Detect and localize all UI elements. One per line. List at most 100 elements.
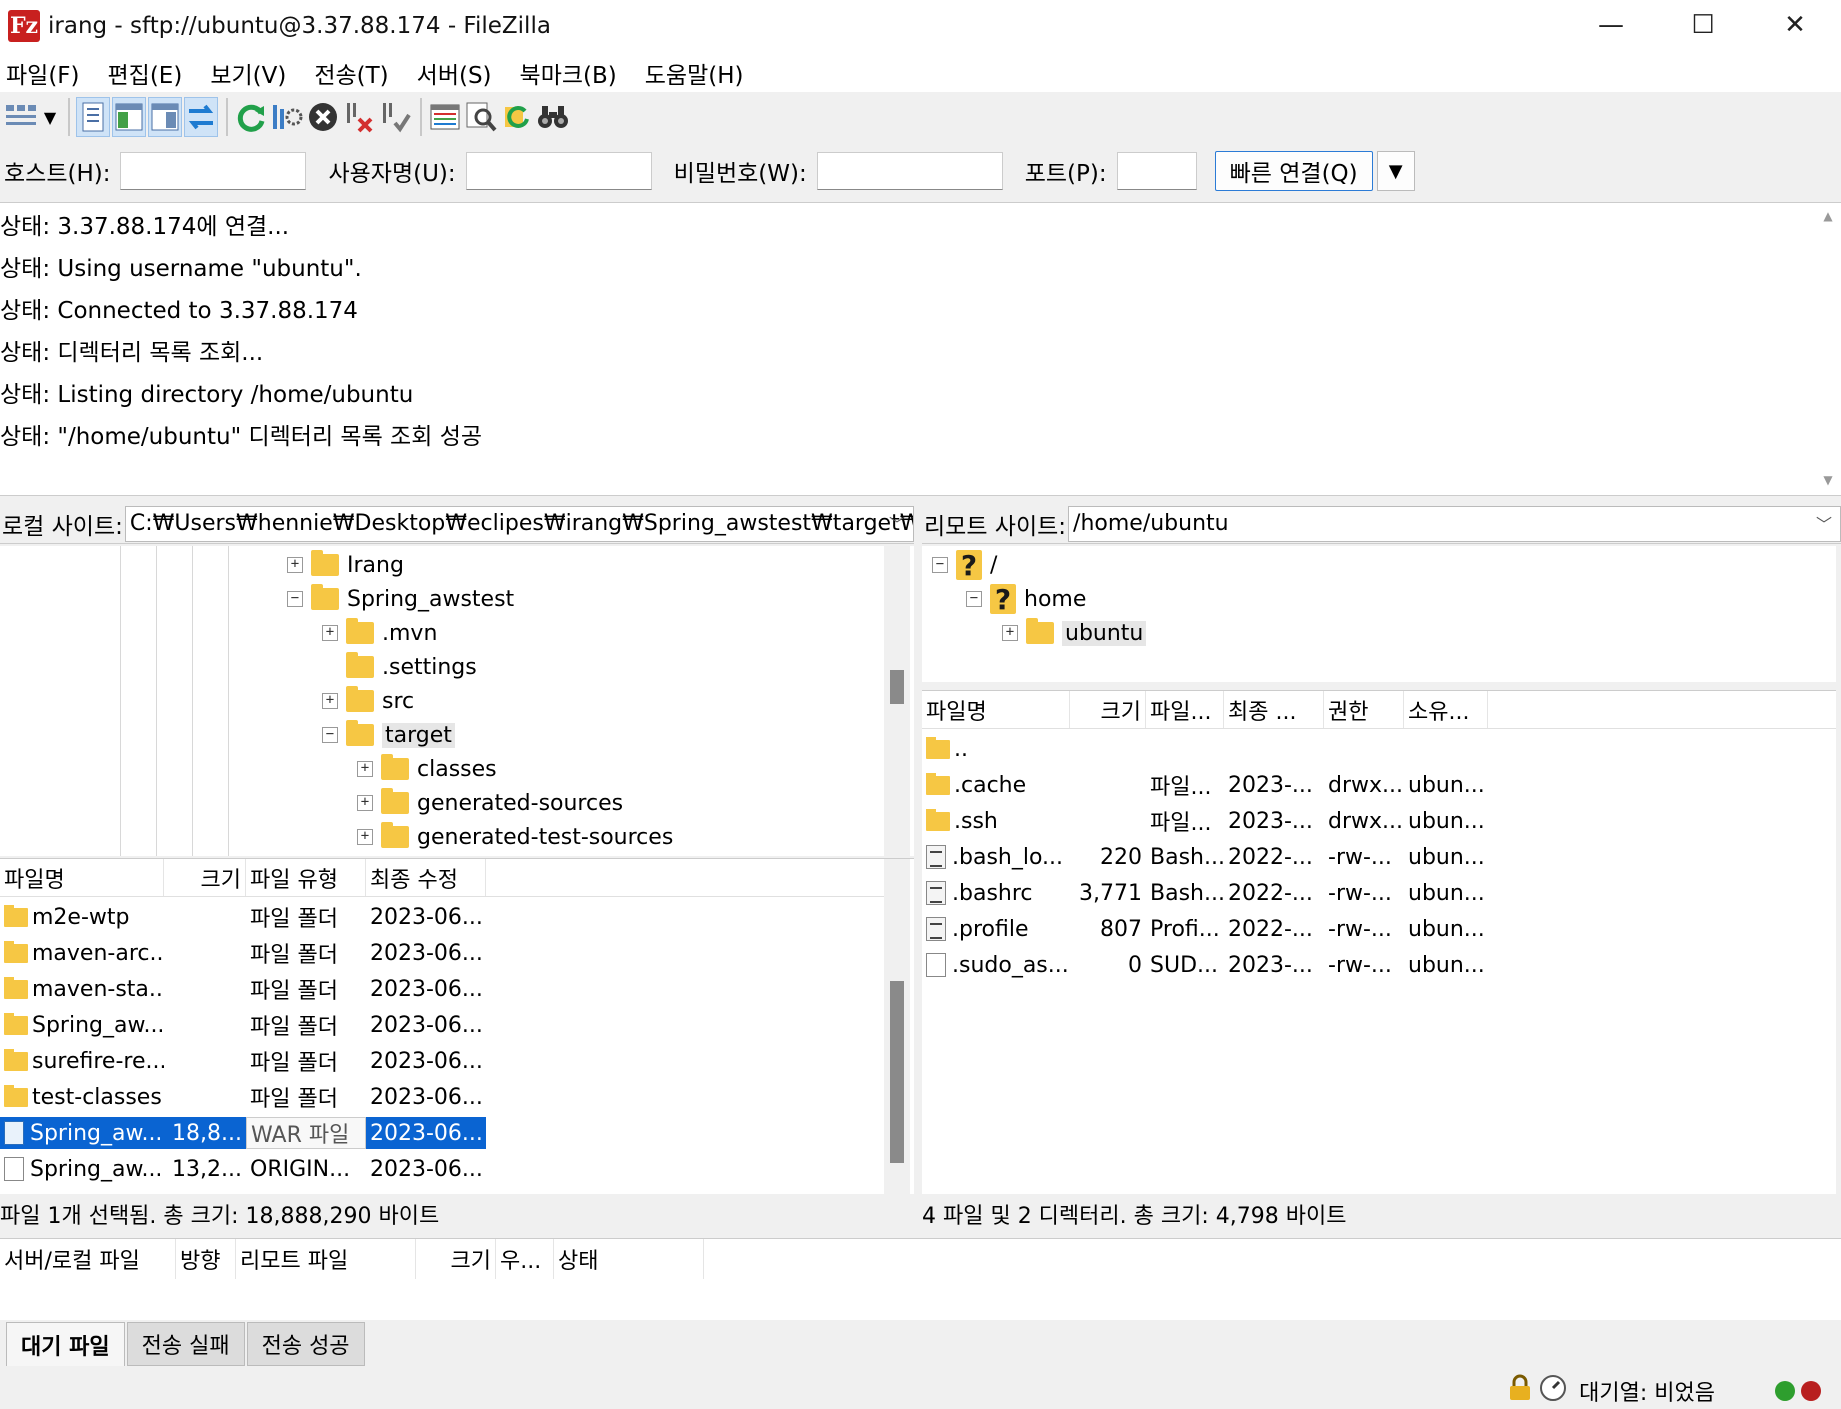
tree-item-target[interactable]: − target: [322, 718, 455, 752]
quickconnect-button[interactable]: 빠른 연결(Q): [1214, 151, 1373, 191]
tree-item-generated-test-sources[interactable]: + generated-test-sources: [357, 820, 673, 854]
directory-filter-icon[interactable]: [428, 97, 462, 137]
scrollbar-thumb[interactable]: [890, 981, 904, 1163]
cancel-icon[interactable]: [306, 97, 340, 137]
username-input[interactable]: [465, 152, 652, 190]
scroll-down-icon[interactable]: ▼: [1815, 473, 1841, 487]
collapse-icon[interactable]: −: [966, 591, 982, 607]
search-icon[interactable]: [536, 97, 570, 137]
quickconnect-dropdown-button[interactable]: ▼: [1376, 151, 1415, 191]
list-item[interactable]: Spring_aw... 파일 폴더 2023-06...: [0, 1009, 486, 1041]
site-manager-icon[interactable]: [4, 97, 38, 137]
column-direction[interactable]: 방향: [176, 1239, 236, 1279]
list-item[interactable]: .profile 807 Profi... 2022-... -rw-... u…: [922, 913, 1488, 945]
list-item[interactable]: .bash_lo... 220 Bash... 2022-... -rw-...…: [922, 841, 1488, 873]
speed-limit-icon[interactable]: [1539, 1374, 1567, 1408]
column-priority[interactable]: 우...: [496, 1239, 554, 1279]
tab-failed-transfers[interactable]: 전송 실패: [126, 1322, 245, 1366]
local-tree-scrollbar[interactable]: [884, 546, 910, 856]
expand-icon[interactable]: +: [322, 625, 338, 641]
tree-item-src[interactable]: + src: [322, 684, 414, 718]
column-server-local-file[interactable]: 서버/로컬 파일: [0, 1239, 176, 1279]
panel-splitter[interactable]: [914, 504, 922, 1234]
list-item[interactable]: .bashrc 3,771 Bash... 2022-... -rw-... u…: [922, 877, 1488, 909]
collapse-icon[interactable]: −: [287, 591, 303, 607]
menu-help[interactable]: 도움말(H): [645, 56, 744, 90]
menu-view[interactable]: 보기(V): [210, 56, 286, 90]
dropdown-icon[interactable]: ▼: [40, 97, 60, 137]
column-type[interactable]: 파일 유형: [246, 859, 366, 896]
menu-server[interactable]: 서버(S): [417, 56, 492, 90]
local-path-combo[interactable]: C:₩Users₩hennie₩Desktop₩eclipes₩irang₩Sp…: [124, 505, 914, 542]
toggle-comparison-icon[interactable]: [464, 97, 498, 137]
list-item[interactable]: maven-sta... 파일 폴더 2023-06...: [0, 973, 486, 1005]
remote-tree-toggle-icon[interactable]: [148, 97, 182, 137]
tree-item-spring-awstest[interactable]: − Spring_awstest: [287, 582, 514, 616]
collapse-icon[interactable]: −: [322, 727, 338, 743]
tree-item-ubuntu[interactable]: + ubuntu: [1002, 616, 1147, 650]
menu-bookmarks[interactable]: 북마크(B): [520, 56, 617, 90]
tab-successful-transfers[interactable]: 전송 성공: [246, 1322, 365, 1366]
tree-item-generated-sources[interactable]: + generated-sources: [357, 786, 623, 820]
refresh-icon[interactable]: [234, 97, 268, 137]
tree-item-settings[interactable]: .settings: [346, 650, 477, 684]
transfer-queue-toggle-icon[interactable]: [184, 97, 218, 137]
column-modified[interactable]: 최종 ...: [1224, 691, 1324, 728]
close-button[interactable]: ✕: [1749, 0, 1841, 50]
column-owner[interactable]: 소유...: [1404, 691, 1488, 728]
tree-item-classes[interactable]: + classes: [357, 752, 497, 786]
expand-icon[interactable]: +: [357, 795, 373, 811]
list-item[interactable]: .sudo_as... 0 SUD... 2023-... -rw-... ub…: [922, 949, 1488, 981]
password-input[interactable]: [816, 152, 1003, 190]
tree-item-mvn[interactable]: + .mvn: [322, 616, 437, 650]
list-item[interactable]: ..: [922, 733, 1070, 765]
log-scrollbar[interactable]: ▲ ▼: [1815, 203, 1841, 495]
tab-queued-files[interactable]: 대기 파일: [6, 1322, 125, 1366]
column-status[interactable]: 상태: [554, 1239, 704, 1279]
column-modified[interactable]: 최종 수정: [366, 859, 486, 896]
column-type[interactable]: 파일...: [1146, 691, 1224, 728]
tree-item-home[interactable]: − ? home: [966, 582, 1086, 616]
list-item[interactable]: test-classes 파일 폴더 2023-06...: [0, 1081, 486, 1113]
port-input[interactable]: [1116, 152, 1197, 190]
column-size[interactable]: 크기: [416, 1239, 496, 1279]
list-item[interactable]: maven-arc... 파일 폴더 2023-06...: [0, 937, 486, 969]
message-log-toggle-icon[interactable]: [76, 97, 110, 137]
chevron-down-icon[interactable]: ﹀: [1816, 511, 1832, 535]
reconnect-icon[interactable]: [378, 97, 412, 137]
disconnect-icon[interactable]: [342, 97, 376, 137]
column-filename[interactable]: 파일명: [922, 691, 1070, 728]
expand-icon[interactable]: +: [322, 693, 338, 709]
list-item-selected[interactable]: Spring_aw... 18,8... WAR 파일 2023-06...: [0, 1117, 486, 1149]
column-permissions[interactable]: 권한: [1324, 691, 1404, 728]
local-tree-toggle-icon[interactable]: [112, 97, 146, 137]
menu-edit[interactable]: 편집(E): [108, 56, 183, 90]
column-size[interactable]: 크기: [164, 859, 246, 896]
tree-item-irang[interactable]: + Irang: [287, 548, 404, 582]
list-item[interactable]: surefire-re... 파일 폴더 2023-06...: [0, 1045, 486, 1077]
expand-icon[interactable]: +: [1002, 625, 1018, 641]
chevron-down-icon[interactable]: ﹀: [889, 511, 905, 535]
list-item[interactable]: Spring_aw... 13,2... ORIGIN... 2023-06..…: [0, 1153, 486, 1185]
list-item[interactable]: .ssh 파일... 2023-... drwx... ubun...: [922, 805, 1488, 837]
menu-file[interactable]: 파일(F): [6, 56, 80, 90]
local-list-scrollbar[interactable]: [884, 859, 910, 1194]
list-item[interactable]: m2e-wtp 파일 폴더 2023-06...: [0, 901, 486, 933]
expand-icon[interactable]: +: [357, 829, 373, 845]
menu-transfer[interactable]: 전송(T): [314, 56, 388, 90]
scroll-up-icon[interactable]: ▲: [1815, 209, 1841, 223]
remote-path-combo[interactable]: /home/ubuntu ﹀: [1068, 505, 1841, 542]
expand-icon[interactable]: +: [287, 557, 303, 573]
process-queue-icon[interactable]: [270, 97, 304, 137]
maximize-button[interactable]: ☐: [1657, 0, 1749, 50]
column-filename[interactable]: 파일명: [0, 859, 164, 896]
expand-icon[interactable]: +: [357, 761, 373, 777]
minimize-button[interactable]: —: [1565, 0, 1657, 50]
column-remote-file[interactable]: 리모트 파일: [236, 1239, 416, 1279]
sync-browsing-icon[interactable]: [500, 97, 534, 137]
collapse-icon[interactable]: −: [932, 557, 948, 573]
scrollbar-thumb[interactable]: [890, 670, 904, 704]
host-input[interactable]: [120, 152, 307, 190]
list-item[interactable]: .cache 파일... 2023-... drwx... ubun...: [922, 769, 1488, 801]
column-size[interactable]: 크기: [1070, 691, 1146, 728]
